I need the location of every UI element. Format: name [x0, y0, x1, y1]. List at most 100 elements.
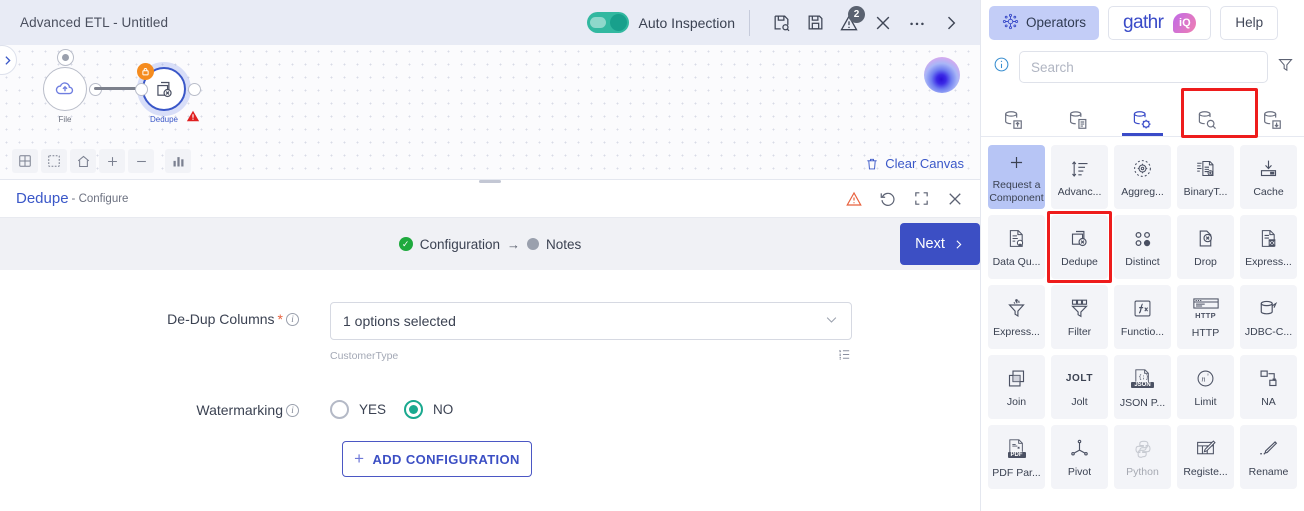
- dedup-columns-select[interactable]: 1 options selected: [330, 302, 852, 340]
- node-file-body[interactable]: [43, 67, 87, 111]
- more-options-icon[interactable]: [900, 8, 934, 38]
- warnings-icon[interactable]: 2: [832, 5, 866, 38]
- grid-layout-icon[interactable]: [12, 149, 38, 173]
- auto-inspection-toggle[interactable]: [587, 12, 630, 33]
- operator-cache[interactable]: Cache: [1240, 145, 1297, 209]
- info-icon[interactable]: i: [286, 312, 299, 326]
- operator-label: Dedupe: [1061, 255, 1098, 268]
- search-input[interactable]: [1019, 51, 1268, 83]
- operator-na[interactable]: NA: [1240, 355, 1297, 419]
- top-bar-actions: Auto Inspection 2: [587, 5, 968, 38]
- operator-jolt[interactable]: JOLT Jolt: [1051, 355, 1108, 419]
- search-row: [981, 45, 1304, 93]
- operator-register[interactable]: Registe...: [1177, 425, 1234, 489]
- operator-label: Data Qu...: [992, 255, 1041, 268]
- operator-drop[interactable]: Drop: [1177, 215, 1234, 279]
- category-tab-dataset[interactable]: [1046, 92, 1111, 136]
- operator-expression-filter[interactable]: Express...: [988, 285, 1045, 349]
- collapse-left-panel-icon[interactable]: [0, 45, 17, 75]
- operator-pivot[interactable]: Pivot: [1051, 425, 1108, 489]
- operator-label: Filter: [1067, 325, 1092, 338]
- node-label-dedupe: Dedupe: [149, 115, 179, 124]
- close-panel-icon[interactable]: [946, 190, 964, 208]
- active-tab-underline: [1121, 133, 1164, 136]
- reset-icon[interactable]: [879, 190, 897, 208]
- tab-operators[interactable]: Operators: [989, 5, 1100, 40]
- info-icon[interactable]: i: [286, 403, 299, 417]
- iq-badge: iQ: [1173, 12, 1197, 33]
- zoom-in-icon[interactable]: [99, 149, 125, 173]
- top-bar: Advanced ETL - Untitled Auto Inspection: [0, 0, 980, 45]
- operator-aggregation[interactable]: Aggreg...: [1114, 145, 1171, 209]
- filter-icon[interactable]: [1277, 56, 1294, 78]
- operator-filter[interactable]: Filter: [1051, 285, 1108, 349]
- error-warning-icon[interactable]: [845, 190, 863, 208]
- clear-canvas-button[interactable]: Clear Canvas: [865, 156, 964, 171]
- auto-inspection-toggle-group[interactable]: Auto Inspection: [587, 12, 735, 33]
- operator-join[interactable]: Join: [988, 355, 1045, 419]
- save-icon[interactable]: [798, 8, 832, 38]
- category-tab-emitter[interactable]: [1239, 92, 1304, 136]
- operator-label: Python: [1126, 465, 1159, 478]
- operator-advanced[interactable]: Advanc...: [1051, 145, 1108, 209]
- watermarking-radio-yes[interactable]: [330, 400, 349, 419]
- step-todo-icon: [527, 238, 540, 250]
- operator-function[interactable]: Functio...: [1114, 285, 1171, 349]
- home-icon[interactable]: [70, 149, 96, 173]
- flow-node-dedupe[interactable]: Dedupe: [135, 63, 201, 124]
- operator-label: HTTP: [1191, 326, 1220, 339]
- list-options-icon[interactable]: [837, 347, 852, 365]
- flow-canvas[interactable]: File Dedupe Clear Canvas: [0, 45, 980, 180]
- right-panel: Operators gathr iQ Help Search Request a…: [980, 0, 1304, 511]
- operator-rename[interactable]: Rename: [1240, 425, 1297, 489]
- tab-help[interactable]: Help: [1220, 5, 1279, 40]
- tab-gathr-iq[interactable]: gathr iQ: [1108, 5, 1212, 40]
- operator-expression-evaluator[interactable]: Express...: [1240, 215, 1297, 279]
- next-button[interactable]: Next: [900, 223, 980, 265]
- ai-assistant-orb[interactable]: [924, 57, 960, 93]
- operator-label: Distinct: [1125, 255, 1160, 268]
- step-label-configuration[interactable]: Configuration: [420, 237, 500, 252]
- node-dedupe-body[interactable]: [137, 63, 200, 122]
- pivot-icon: [1069, 437, 1090, 461]
- svg-text:°: °: [1207, 373, 1209, 380]
- add-configuration-button[interactable]: + ADD CONFIGURATION: [342, 441, 532, 477]
- node-lock-icon: [137, 63, 154, 80]
- operator-binary-transform[interactable]: BinaryT...: [1177, 145, 1234, 209]
- operator-python[interactable]: Python: [1114, 425, 1171, 489]
- operator-request-a-component[interactable]: Request a Component: [988, 145, 1045, 209]
- category-tab-source[interactable]: [981, 92, 1046, 136]
- inspect-save-icon[interactable]: [764, 8, 798, 38]
- field-row-dedup-columns: De-Dup Columns * i 1 options selected Cust…: [0, 302, 980, 365]
- chart-icon[interactable]: [165, 149, 191, 173]
- expression-filter-icon: [1006, 297, 1027, 321]
- info-icon[interactable]: [993, 56, 1010, 78]
- operator-data-quality[interactable]: Data Qu...: [988, 215, 1045, 279]
- operator-pdf-parser[interactable]: PDF PDF Par...: [988, 425, 1045, 489]
- operator-limit[interactable]: n ° Limit: [1177, 355, 1234, 419]
- expand-right-icon[interactable]: [934, 8, 968, 38]
- close-icon[interactable]: [866, 8, 900, 38]
- select-area-icon[interactable]: [41, 149, 67, 173]
- operator-jdbc-container[interactable]: JDBC-C...: [1240, 285, 1297, 349]
- operator-dedupe[interactable]: Dedupe: [1047, 211, 1112, 283]
- node-output-port[interactable]: [188, 83, 201, 96]
- register-icon: [1195, 437, 1216, 461]
- category-tab-processors[interactable]: [1110, 92, 1175, 136]
- operator-json-parser[interactable]: {;} JSON JSON P...: [1114, 355, 1171, 419]
- watermarking-radio-no[interactable]: [404, 400, 424, 419]
- aggregation-icon: [1132, 157, 1153, 181]
- fullscreen-icon[interactable]: [913, 190, 930, 207]
- category-tab-inspect[interactable]: [1175, 92, 1240, 136]
- flow-node-file[interactable]: File: [43, 49, 102, 124]
- operator-label: NA: [1261, 395, 1276, 408]
- operator-http[interactable]: HTTP HTTP: [1177, 285, 1234, 349]
- node-input-port[interactable]: [135, 83, 148, 96]
- step-label-notes[interactable]: Notes: [546, 237, 581, 252]
- zoom-out-icon[interactable]: [128, 149, 154, 173]
- watermarking-label: Watermarking i: [0, 393, 330, 418]
- operator-label: BinaryT...: [1183, 185, 1228, 198]
- panel-resize-handle[interactable]: [479, 180, 501, 183]
- operator-distinct[interactable]: Distinct: [1114, 215, 1171, 279]
- jolt-icon: JOLT: [1065, 373, 1094, 384]
